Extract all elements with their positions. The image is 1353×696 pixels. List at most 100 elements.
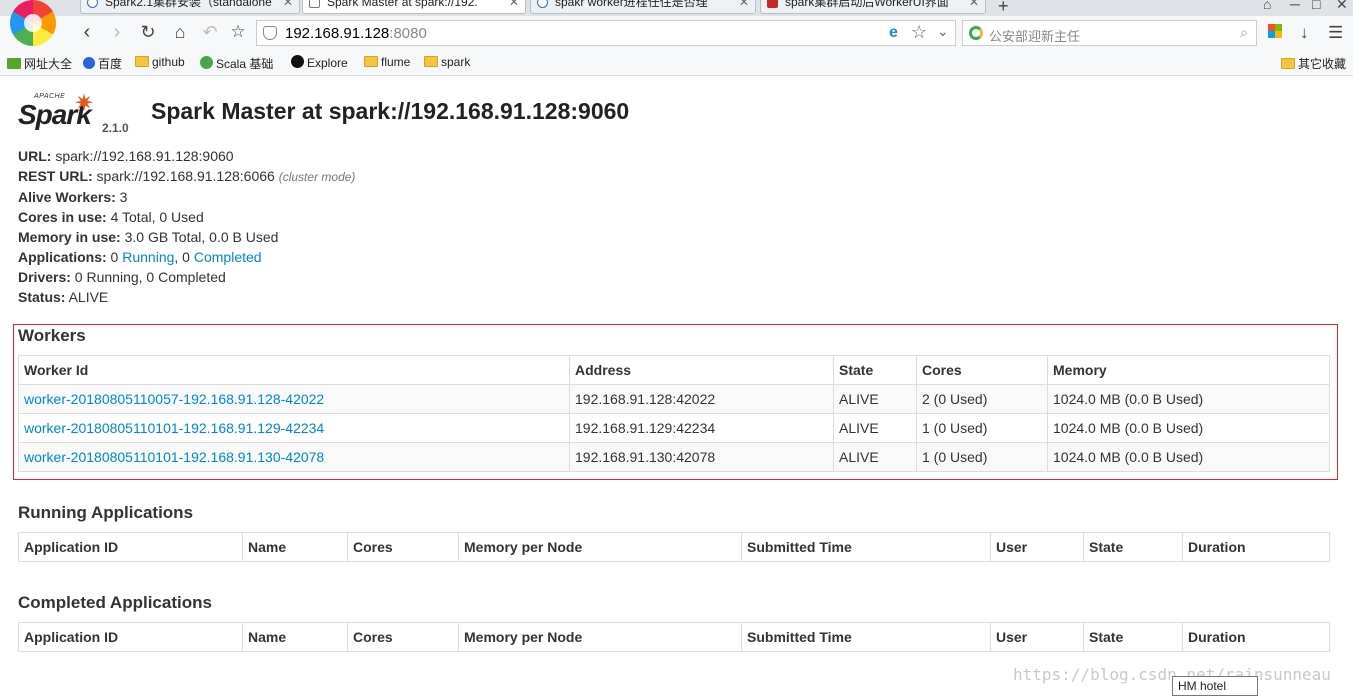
download-icon[interactable]: ↓ — [1300, 23, 1309, 43]
col-memory[interactable]: Memory — [1047, 355, 1330, 385]
bookmark-github[interactable]: github — [135, 55, 185, 69]
bookmark-explore[interactable]: Explore — [291, 55, 348, 70]
apps-grid-icon[interactable] — [1268, 24, 1282, 38]
col-memory-per-node[interactable]: Memory per Node — [458, 622, 742, 652]
col-worker-id[interactable]: Worker Id — [18, 355, 570, 385]
col-app-id[interactable]: Application ID — [18, 532, 243, 562]
tab-spark-install[interactable]: Spark2.1集群安装（standalone ✕ — [80, 0, 300, 14]
col-cores[interactable]: Cores — [916, 355, 1048, 385]
close-icon[interactable]: ✕ — [969, 0, 979, 10]
running-apps-link[interactable]: Running — [122, 249, 174, 265]
spark-version: 2.1.0 — [102, 121, 129, 135]
worker-address: 192.168.91.130:42078 — [569, 442, 834, 472]
cores-row: Cores in use: 4 Total, 0 Used — [18, 209, 204, 225]
back-icon[interactable]: ‹ — [75, 20, 99, 44]
table-row: worker-20180805110101-192.168.91.130-420… — [18, 442, 1330, 472]
search-box[interactable]: 公安部迎新主任 ⌕ — [962, 20, 1257, 46]
spark-master-page: APACHE Spark ✷ 2.1.0 Spark Master at spa… — [0, 77, 1353, 696]
favorite-icon[interactable]: ☆ — [226, 20, 250, 44]
worker-memory: 1024.0 MB (0.0 B Used) — [1047, 442, 1330, 472]
worker-state: ALIVE — [833, 413, 917, 443]
worker-link[interactable]: worker-20180805110101-192.168.91.130-420… — [24, 449, 324, 465]
col-state[interactable]: State — [1083, 622, 1183, 652]
scala-icon — [200, 56, 213, 69]
col-submitted-time[interactable]: Submitted Time — [741, 622, 991, 652]
tab-bar: Spark2.1集群安装（standalone ✕ Spark Master a… — [0, 0, 1353, 16]
menu-icon[interactable]: ☰ — [1328, 23, 1343, 43]
running-apps-heading[interactable]: Running Applications — [18, 503, 193, 523]
col-memory-per-node[interactable]: Memory per Node — [458, 532, 742, 562]
status-row: Status: ALIVE — [18, 289, 109, 305]
home-icon[interactable]: ⌂ — [1263, 0, 1271, 12]
address-bar[interactable]: 192.168.91.128:8080 e ☆ ⌄ — [256, 20, 956, 46]
col-user[interactable]: User — [990, 532, 1084, 562]
tab-spark-worker[interactable]: spakr worker进程任住是否理 ✕ — [530, 0, 756, 14]
undo-close-icon[interactable]: ↶ — [198, 20, 222, 44]
bookmark-scala[interactable]: Scala 基础 — [200, 55, 273, 72]
bookmark-other[interactable]: 其它收藏 — [1281, 55, 1346, 72]
browser-logo-icon[interactable] — [10, 0, 56, 46]
ie-mode-icon[interactable]: e — [889, 24, 898, 42]
new-tab-icon[interactable]: + — [998, 0, 1009, 17]
completed-apps-heading[interactable]: Completed Applications — [18, 593, 212, 613]
search-input[interactable]: 公安部迎新主任 — [989, 26, 1080, 45]
bookmark-hao123[interactable]: 网址大全 — [7, 55, 72, 72]
completed-apps-link[interactable]: Completed — [194, 249, 262, 265]
bookmark-spark[interactable]: spark — [424, 55, 470, 69]
col-state[interactable]: State — [1083, 532, 1183, 562]
col-cores[interactable]: Cores — [347, 532, 459, 562]
worker-cores: 1 (0 Used) — [916, 413, 1048, 443]
spark-star-icon: ✷ — [74, 90, 95, 117]
worker-link[interactable]: worker-20180805110057-192.168.91.128-420… — [24, 391, 324, 407]
address-url[interactable]: 192.168.91.128:8080 — [285, 25, 427, 42]
tab-spark-master[interactable]: Spark Master at spark://192. ✕ — [302, 0, 526, 14]
home-icon[interactable]: ⌂ — [168, 20, 192, 44]
folder-icon — [364, 56, 378, 67]
close-icon[interactable]: ✕ — [283, 0, 293, 10]
col-state[interactable]: State — [833, 355, 917, 385]
workers-heading[interactable]: Workers — [18, 326, 86, 346]
worker-memory: 1024.0 MB (0.0 B Used) — [1047, 384, 1330, 414]
workers-table: Worker Id Address State Cores Memory wor… — [18, 355, 1330, 472]
bookmark-flume[interactable]: flume — [364, 55, 410, 69]
bookmark-baidu[interactable]: 百度 — [83, 55, 122, 72]
col-submitted-time[interactable]: Submitted Time — [741, 532, 991, 562]
reload-icon[interactable]: ↻ — [136, 20, 160, 44]
bookmarks-bar: 网址大全 百度 github Scala 基础 Explore flume sp… — [0, 50, 1353, 76]
worker-cores: 2 (0 Used) — [916, 384, 1048, 414]
col-user[interactable]: User — [990, 622, 1084, 652]
table-row: worker-20180805110101-192.168.91.129-422… — [18, 413, 1330, 443]
close-icon[interactable]: ✕ — [739, 0, 749, 10]
close-icon[interactable]: ✕ — [509, 0, 519, 10]
worker-memory: 1024.0 MB (0.0 B Used) — [1047, 413, 1330, 443]
maximize-icon[interactable]: □ — [1312, 0, 1320, 12]
worker-state: ALIVE — [833, 442, 917, 472]
col-app-id[interactable]: Application ID — [18, 622, 243, 652]
search-icon[interactable]: ⌕ — [1240, 24, 1248, 41]
spark-logo[interactable]: APACHE Spark ✷ — [18, 89, 98, 130]
applications-row: Applications: 0 Running, 0 Completed — [18, 249, 262, 265]
col-cores[interactable]: Cores — [347, 622, 459, 652]
tab-label: spakr worker进程任住是否理 — [555, 0, 708, 9]
minimize-icon[interactable]: ─ — [1290, 0, 1300, 12]
baidu-paw-icon — [83, 57, 95, 69]
completed-apps-table: Application ID Name Cores Memory per Nod… — [18, 622, 1330, 652]
bookmark-star-icon[interactable]: ☆ — [911, 22, 927, 43]
tab-spark-cluster[interactable]: spark集群启动后WorkerUI界面 ✕ — [760, 0, 986, 14]
chevron-down-icon[interactable]: ⌄ — [937, 23, 949, 40]
col-name[interactable]: Name — [242, 532, 348, 562]
worker-link[interactable]: worker-20180805110101-192.168.91.129-422… — [24, 420, 324, 436]
page-title: Spark Master at spark://192.168.91.128:9… — [151, 98, 630, 124]
tooltip: HM hotel — [1172, 676, 1258, 696]
col-name[interactable]: Name — [242, 622, 348, 652]
col-duration[interactable]: Duration — [1182, 622, 1330, 652]
csdn-icon — [767, 0, 778, 8]
drivers-row: Drivers: 0 Running, 0 Completed — [18, 269, 226, 285]
col-duration[interactable]: Duration — [1182, 532, 1330, 562]
security-shield-icon — [263, 26, 277, 40]
worker-state: ALIVE — [833, 384, 917, 414]
folder-icon — [135, 56, 149, 67]
col-address[interactable]: Address — [569, 355, 834, 385]
forward-icon[interactable]: › — [105, 20, 129, 44]
close-window-icon[interactable]: ✕ — [1336, 0, 1348, 13]
